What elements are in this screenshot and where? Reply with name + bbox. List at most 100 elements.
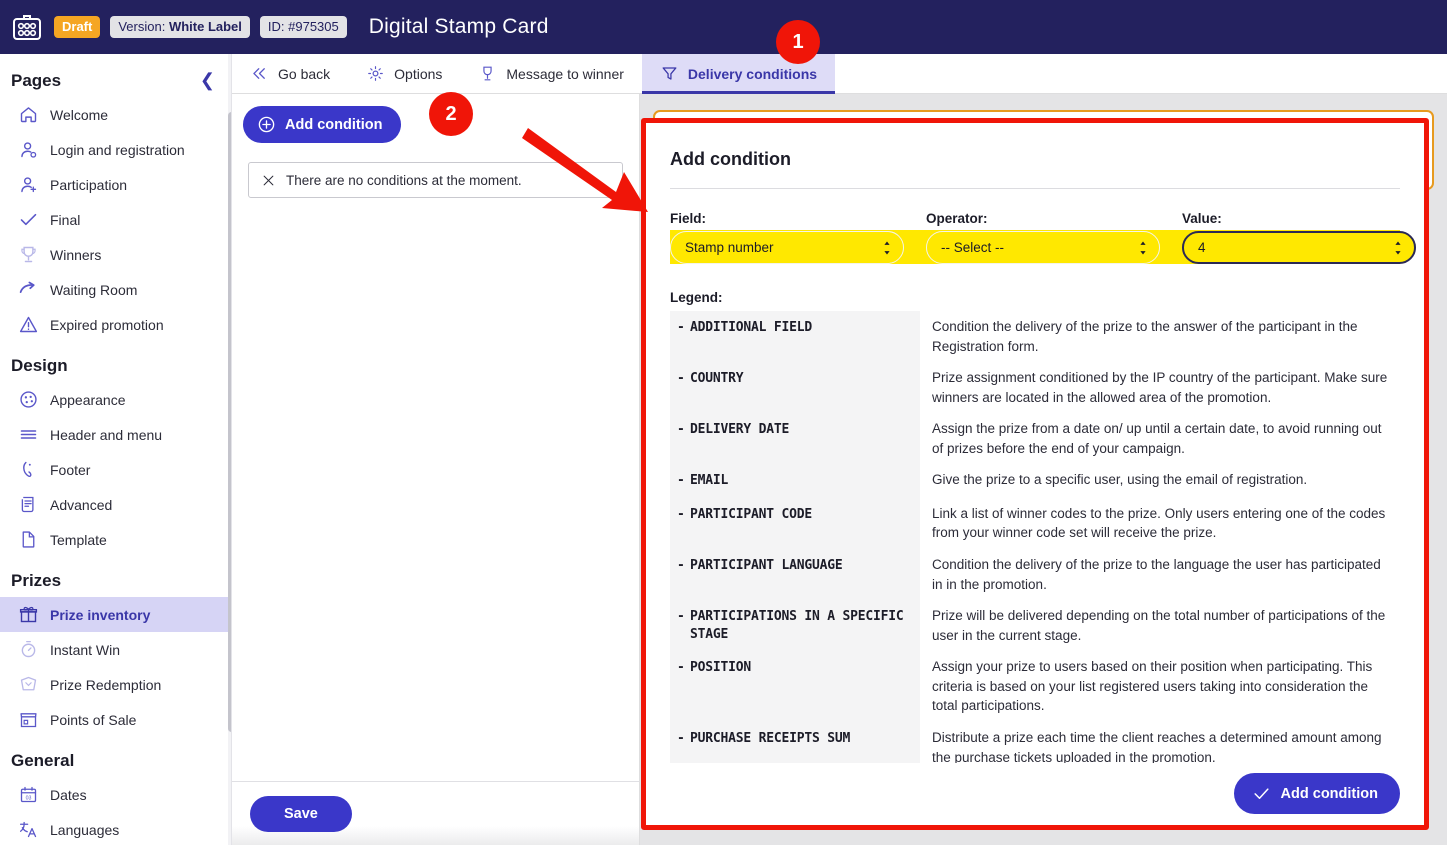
scroll-code-icon [21,496,34,513]
sidebar-item-prize-redemption[interactable]: Prize Redemption [0,667,231,702]
tab-message-to-winner[interactable]: Message to winner [460,54,642,93]
legend-term: ADDITIONAL FIELD [670,311,920,363]
sidebar-item-label: Prize inventory [50,606,151,623]
trophy-icon [483,66,493,81]
sidebar-item-login-and-registration[interactable]: Login and registration [0,132,231,167]
sidebar-item-waiting-room[interactable]: Waiting Room [0,272,231,307]
sidebar-section-title-prizes: Prizes [11,571,62,590]
sidebar-item-advanced[interactable]: Advanced [0,487,231,522]
sidebar-section-title-design: Design [11,356,68,375]
legend-row: POSITIONAssign your prize to users based… [670,651,1400,722]
field-select-value: Stamp number [685,240,774,255]
legend-term: PARTICIPATIONS IN A SPECIFIC STAGE [670,600,920,652]
legend-row: ADDITIONAL FIELD Condition the delivery o… [670,311,1400,363]
stamp-card-logo-icon [13,15,41,40]
tab-options[interactable]: Options [348,54,460,93]
sidebar-item-label: Advanced [50,496,113,513]
sidebar-item-template[interactable]: Template [0,522,231,557]
trophy-icon [21,246,36,263]
user-add-icon [21,177,37,193]
stopwatch-icon [21,640,36,658]
sidebar-item-label: Header and menu [50,426,163,443]
secondary-tab-bar: Go back Options Message to winner Delive… [232,54,1447,94]
legend-description: Prize assignment conditioned by the IP c… [932,370,1388,405]
sidebar-item-participation[interactable]: Participation [0,167,231,202]
operator-select[interactable]: -- Select -- [926,231,1160,264]
value-select[interactable]: 4 [1182,231,1416,264]
svg-text:03: 03 [26,795,32,801]
menu-lines-icon [20,430,37,439]
sidebar-item-label: Winners [50,246,102,263]
field-group-field: Field: Stamp number [670,211,904,264]
legend-row: PARTICIPANT CODE Link a list of winner co… [670,497,1400,550]
sidebar-item-appearance[interactable]: Appearance [0,382,231,417]
condition-fields: Field: Stamp number Operator: -- Select … [670,211,1416,264]
red-arrow-icon [522,128,648,212]
legend-row: PARTICIPATIONS IN A SPECIFIC STAGE Prize … [670,600,1400,652]
modal-footer: Add condition [646,763,1424,825]
double-chevron-left-icon [253,68,265,79]
sidebar-section-title-general: General [11,751,75,770]
gift-icon [19,606,38,623]
sidebar-item-winners[interactable]: Winners [0,237,231,272]
save-button[interactable]: Save [250,795,352,832]
tab-label: Options [394,65,443,82]
check-icon [20,213,37,226]
sidebar-item-label: Template [50,531,107,548]
select-spinner-icon [884,241,890,254]
legend-term: PARTICIPANT CODE [670,497,920,550]
sidebar-item-label: Languages [50,821,120,838]
legend-term: COUNTRY [670,362,920,414]
sidebar-item-instant-win[interactable]: Instant Win [0,632,231,667]
sidebar-item-footer[interactable]: Footer [0,452,231,487]
legend-list[interactable]: ADDITIONAL FIELD Condition the delivery o… [670,311,1400,781]
legend-row: COUNTRY Prize assignment conditioned by t… [670,362,1400,414]
sidebar-item-label: Expired promotion [50,316,164,333]
sidebar-section-title-pages: Pages [11,70,62,90]
sidebar-item-label: Waiting Room [50,281,138,298]
operator-select-value: -- Select -- [941,240,1005,255]
sidebar-item-prize-inventory[interactable]: Prize inventory [0,597,231,632]
sidebar: Pages ❮ Welcome Login and registration P… [0,54,232,845]
tab-label: Message to winner [506,65,624,82]
translate-icon [19,821,37,838]
select-spinner-icon [1395,241,1401,254]
field-select[interactable]: Stamp number [670,231,904,264]
legend-title: Legend: [670,290,723,305]
sidebar-item-dates[interactable]: 03 Dates [0,777,231,812]
check-icon [1253,788,1269,800]
add-condition-button[interactable]: Add condition [243,106,402,143]
legend-description: Give the prize to a specific user, using… [932,472,1308,488]
sidebar-item-label: Prize Redemption [50,676,162,693]
legend-description: Assign your prize to users based on thei… [932,659,1373,714]
sidebar-item-label: Final [50,211,81,228]
modal-add-condition-button[interactable]: Add condition [1233,773,1400,814]
store-icon [20,713,37,728]
conditions-panel-footer: Save [232,781,639,845]
redeem-icon [20,676,37,691]
add-condition-modal-highlight: Add condition Field: Stamp number Operat… [641,118,1429,830]
gear-icon [368,66,383,81]
sidebar-item-points-of-sale[interactable]: Points of Sale [0,702,231,737]
version-badge: Version: White Label [110,15,250,39]
modal-add-condition-label: Add condition [1280,785,1378,802]
sidebar-item-label: Participation [50,176,128,193]
annotation-badge-2: 2 [429,92,473,136]
legend-description: Condition the delivery of the prize to t… [932,319,1358,354]
waiting-room-icon [19,281,35,293]
sidebar-item-header-and-menu[interactable]: Header and menu [0,417,231,452]
annotation-badge-1: 1 [776,20,820,64]
footer-icon [23,461,32,478]
sidebar-item-languages[interactable]: Languages [0,812,231,845]
user-gear-icon [21,142,37,158]
sidebar-item-expired-promotion[interactable]: Expired promotion [0,307,231,342]
sidebar-item-final[interactable]: Final [0,202,231,237]
sidebar-item-welcome[interactable]: Welcome [0,97,231,132]
operator-label: Operator: [926,211,988,226]
palette-icon [20,391,37,408]
promotion-id-badge: ID: #975305 [259,15,347,39]
close-x-icon [263,175,274,185]
tab-go-back[interactable]: Go back [232,54,348,93]
chevron-left-icon[interactable]: ❮ [200,70,215,91]
sidebar-item-label: Dates [50,786,87,803]
